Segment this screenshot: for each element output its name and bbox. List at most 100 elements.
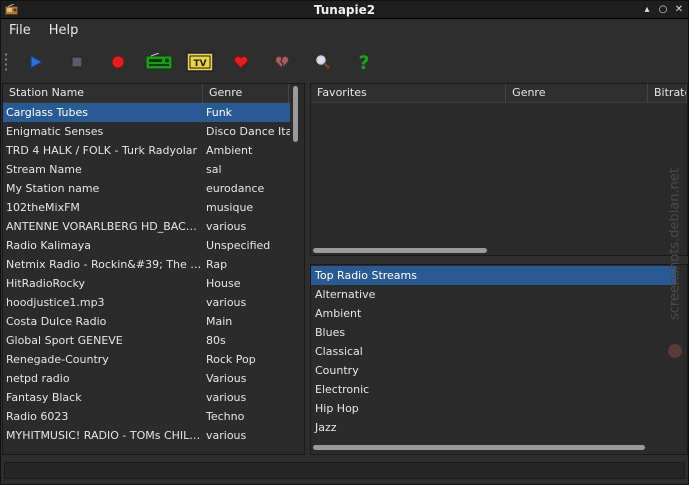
station-row[interactable]: Netmix Radio - Rockin&#39; The Fly Rap xyxy=(3,255,290,274)
help-button[interactable]: ? xyxy=(350,49,378,75)
genre-list-item[interactable]: Ambient xyxy=(311,304,676,323)
station-name-cell: ANTENNE VORARLBERG HD_BACK TO xyxy=(6,220,202,233)
genre-label: Alternative xyxy=(315,288,376,301)
station-row[interactable]: HitRadioRocky House xyxy=(3,274,290,293)
station-row[interactable]: netpd radio Various xyxy=(3,369,290,388)
station-list-scroll-thumb[interactable] xyxy=(293,86,298,142)
station-name-cell: Global Sport GENEVE xyxy=(6,334,123,347)
maximize-icon[interactable]: ○ xyxy=(658,3,668,16)
station-row[interactable]: TRD 4 HALK / FOLK - Turk Radyolar Ambient xyxy=(3,141,290,160)
title-bar[interactable]: Tunapie2 ▴ ○ ✕ xyxy=(1,1,688,19)
station-row[interactable]: 102theMixFM musique xyxy=(3,198,290,217)
station-row[interactable]: Renegade-Country Rock Pop xyxy=(3,350,290,369)
watermark: screenshots.debian.net xyxy=(665,119,685,369)
station-genre-cell: Rap xyxy=(206,258,228,271)
station-row[interactable]: Radio Kalimaya Unspecified xyxy=(3,236,290,255)
station-row[interactable]: Radio 6023 Techno xyxy=(3,407,290,426)
station-row[interactable]: hoodjustice1.mp3 various xyxy=(3,293,290,312)
station-row[interactable]: Global Sport GENEVE 80s xyxy=(3,331,290,350)
genre-label: Country xyxy=(315,364,359,377)
column-header-genre[interactable]: Genre xyxy=(203,84,289,103)
station-name-cell: HitRadioRocky xyxy=(6,277,85,290)
toolbar-grip[interactable] xyxy=(4,52,8,72)
menu-file[interactable]: File xyxy=(1,20,41,42)
favorites-list[interactable]: Favorites Genre Bitrate xyxy=(310,83,688,256)
station-genre-cell: eurodance xyxy=(206,182,265,195)
genre-label: Top Radio Streams xyxy=(315,269,417,282)
station-row[interactable]: Fantasy Black various xyxy=(3,388,290,407)
app-window: Tunapie2 ▴ ○ ✕ File Help TV ? Station Na… xyxy=(0,0,689,485)
status-bar xyxy=(4,462,685,479)
play-button[interactable] xyxy=(22,49,50,75)
genre-label: Electronic xyxy=(315,383,370,396)
favorites-hscroll-thumb[interactable] xyxy=(313,248,487,253)
radio-button[interactable] xyxy=(145,49,173,75)
station-genre-cell: various xyxy=(206,296,247,309)
search-button[interactable] xyxy=(309,49,337,75)
station-list[interactable]: Station Name Genre Carglass Tubes Funk Eni… xyxy=(2,83,305,455)
genre-label: Ambient xyxy=(315,307,362,320)
station-name-cell: Stream Name xyxy=(6,163,82,176)
genre-list-item[interactable]: Jazz xyxy=(311,418,676,437)
station-name-cell: MYHITMUSIC! RADIO - TOMs CHILLOU xyxy=(6,429,202,442)
genre-list-item[interactable]: Top Radio Streams xyxy=(311,266,676,285)
station-row[interactable]: Carglass Tubes Funk xyxy=(3,103,290,122)
broken-heart-icon xyxy=(274,55,290,69)
record-button[interactable] xyxy=(104,49,132,75)
station-list-header: Station Name Genre xyxy=(3,84,304,103)
close-icon[interactable]: ✕ xyxy=(674,3,684,16)
favorites-header: Favorites Genre Bitrate xyxy=(311,84,687,103)
menu-bar: File Help xyxy=(1,20,688,42)
help-icon: ? xyxy=(358,52,369,72)
column-header-favorites[interactable]: Favorites xyxy=(311,84,507,103)
minimize-icon[interactable]: ▴ xyxy=(642,3,652,16)
station-name-cell: Carglass Tubes xyxy=(6,106,88,119)
remove-favorite-button[interactable] xyxy=(268,49,296,75)
genre-list[interactable]: Top Radio Streams Alternative Ambient Blues… xyxy=(310,264,688,455)
station-row[interactable]: Stream Name sal xyxy=(3,160,290,179)
favorites-hscrollbar[interactable] xyxy=(311,246,687,254)
tv-button[interactable]: TV xyxy=(186,49,214,75)
station-name-cell: Enigmatic Senses xyxy=(6,125,104,138)
stop-icon xyxy=(71,56,83,68)
svg-text:TV: TV xyxy=(193,59,206,69)
genre-label: Classical xyxy=(315,345,363,358)
station-row[interactable]: MYHITMUSIC! RADIO - TOMs CHILLOU various xyxy=(3,426,290,445)
station-row[interactable]: My Station name eurodance xyxy=(3,179,290,198)
column-header-bitrate[interactable]: Bitrate xyxy=(648,84,687,103)
station-name-cell: TRD 4 HALK / FOLK - Turk Radyolar xyxy=(6,144,198,157)
window-title: Tunapie2 xyxy=(313,3,376,17)
station-genre-cell: Main xyxy=(206,315,233,328)
menu-help[interactable]: Help xyxy=(41,20,89,42)
genre-list-item[interactable]: Hip Hop xyxy=(311,399,676,418)
add-favorite-button[interactable] xyxy=(227,49,255,75)
station-genre-cell: 80s xyxy=(206,334,226,347)
station-genre-cell: Various xyxy=(206,372,247,385)
station-genre-cell: Techno xyxy=(206,410,245,423)
station-genre-cell: various xyxy=(206,391,247,404)
genre-hscrollbar[interactable] xyxy=(311,443,687,451)
stop-button[interactable] xyxy=(63,49,91,75)
genre-list-item[interactable]: Country xyxy=(311,361,676,380)
genre-list-item[interactable]: Blues xyxy=(311,323,676,342)
station-row[interactable]: Enigmatic Senses Disco Dance Ita xyxy=(3,122,290,141)
station-genre-cell: House xyxy=(206,277,241,290)
genre-hscroll-thumb[interactable] xyxy=(313,445,645,450)
station-name-cell: netpd radio xyxy=(6,372,70,385)
tv-icon: TV xyxy=(186,52,214,72)
station-name-cell: Radio 6023 xyxy=(6,410,69,423)
genre-list-item[interactable]: Alternative xyxy=(311,285,676,304)
record-icon xyxy=(111,55,125,69)
magnifier-icon xyxy=(316,55,330,69)
station-name-cell: Radio Kalimaya xyxy=(6,239,91,252)
station-row[interactable]: Costa Dulce Radio Main xyxy=(3,312,290,331)
genre-label: Jazz xyxy=(315,421,337,434)
genre-list-item[interactable]: Classical xyxy=(311,342,676,361)
station-row[interactable]: ANTENNE VORARLBERG HD_BACK TO various xyxy=(3,217,290,236)
station-list-scrollbar[interactable] xyxy=(291,84,304,454)
column-header-station-name[interactable]: Station Name xyxy=(3,84,203,103)
station-genre-cell: sal xyxy=(206,163,222,176)
genre-list-item[interactable]: Electronic xyxy=(311,380,676,399)
watermark-logo xyxy=(668,344,682,358)
column-header-favorites-genre[interactable]: Genre xyxy=(506,84,648,103)
